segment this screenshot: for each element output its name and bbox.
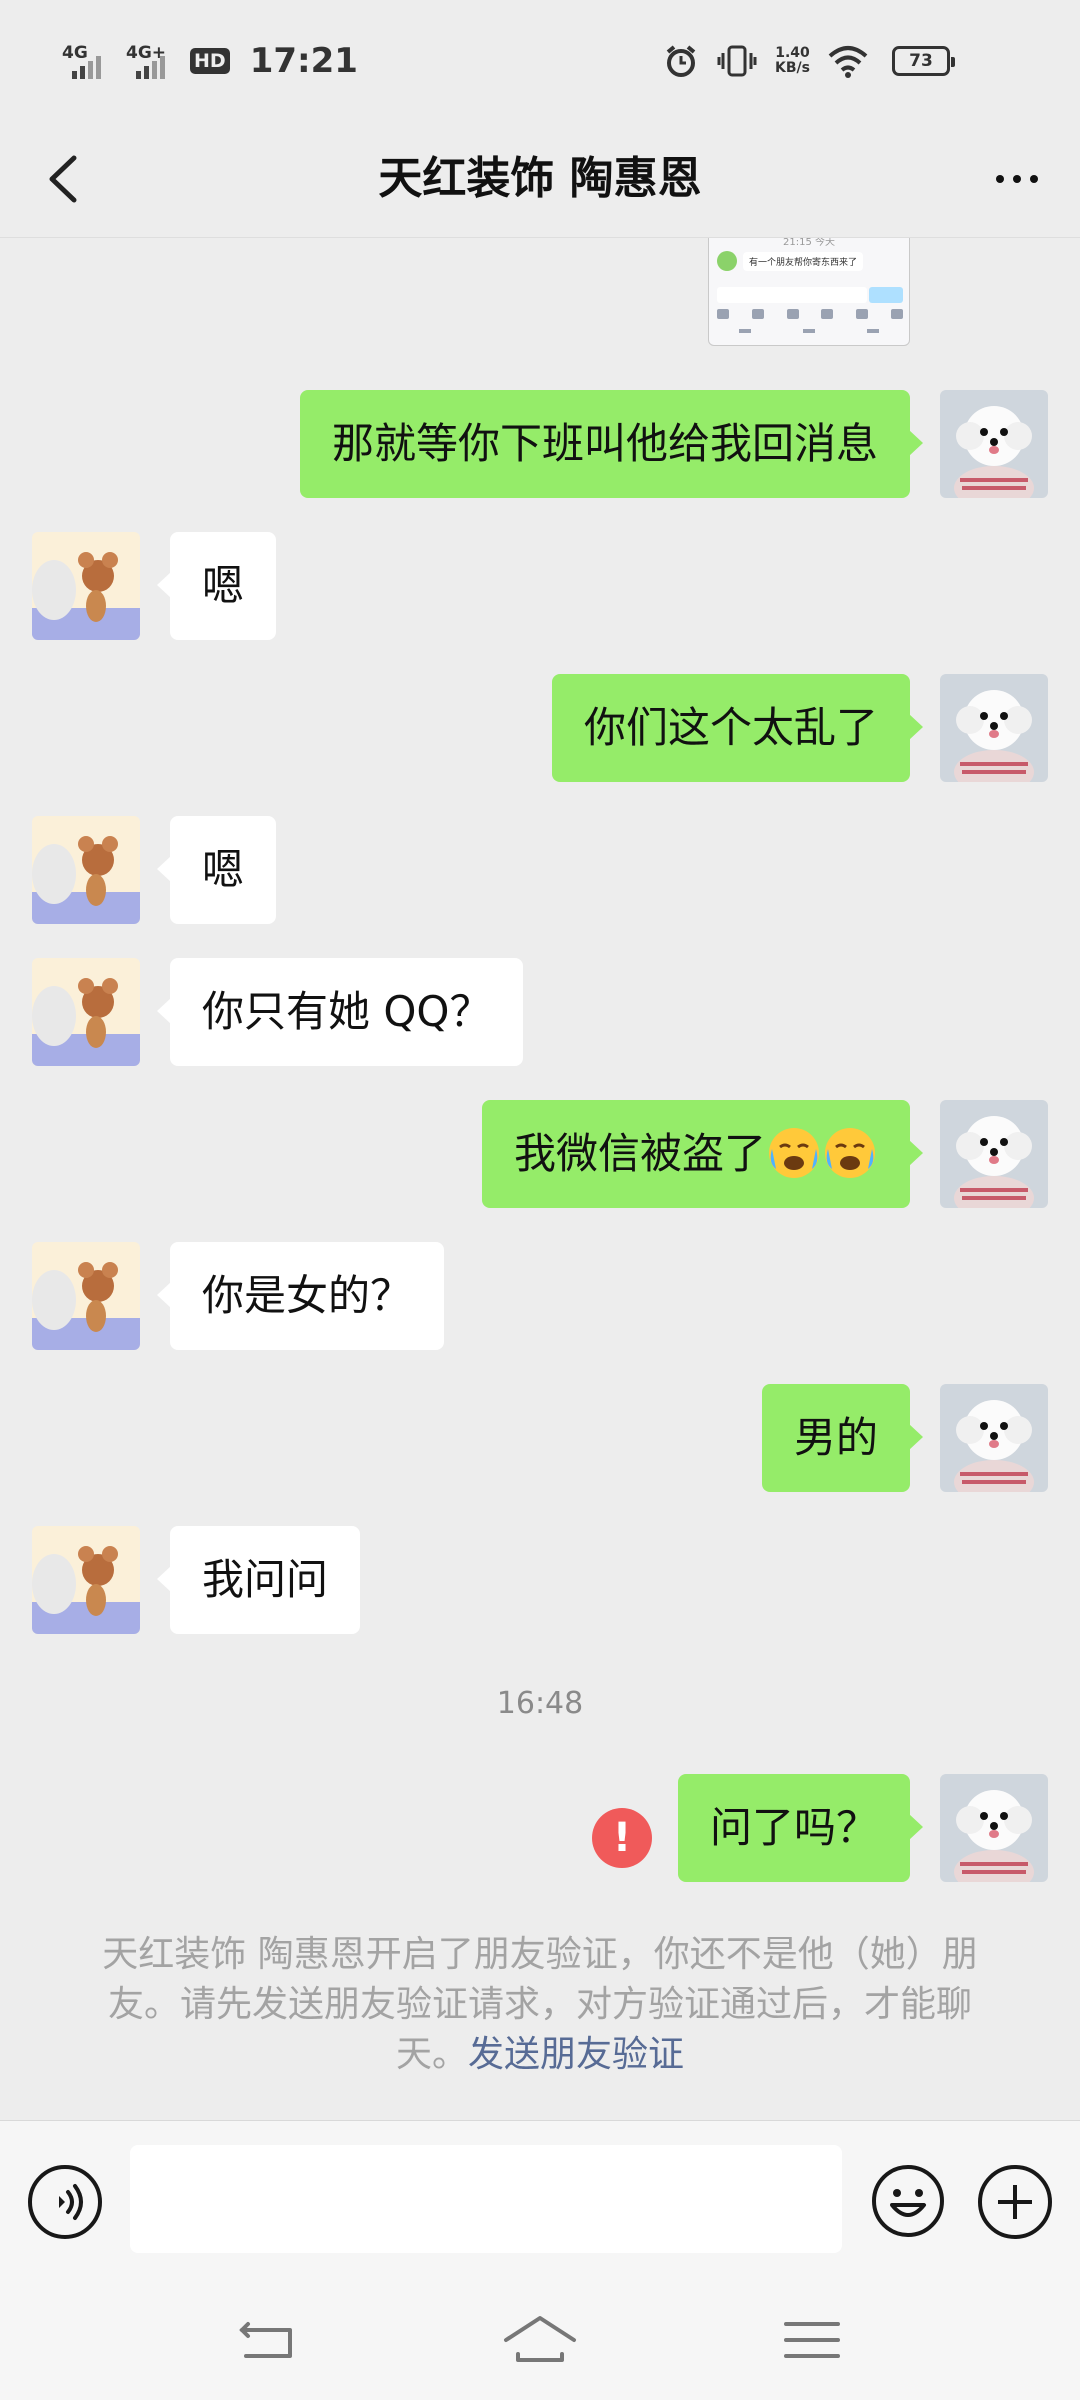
image-message[interactable]: 21:15 今天 有一个朋友帮你寄东西来了: [708, 238, 910, 346]
my-avatar[interactable]: [940, 674, 1048, 782]
message-bubble-sent[interactable]: 你们这个太乱了: [551, 674, 924, 782]
my-avatar[interactable]: [940, 1384, 1048, 1492]
chat-header: 天红装饰 陶惠恩: [0, 120, 1080, 238]
emoji-face-icon: [872, 2165, 944, 2237]
my-avatar[interactable]: [940, 390, 1048, 498]
message-text: 你是女的？: [202, 1271, 413, 1320]
vibrate-icon: [717, 45, 757, 77]
message-text: 我问问: [202, 1555, 329, 1604]
voice-button[interactable]: [28, 2165, 102, 2239]
wifi-icon: [828, 46, 868, 78]
hd-badge: HD: [190, 48, 230, 74]
message-bubble-received[interactable]: 你只有她 QQ？: [156, 958, 524, 1066]
friend-verification-notice: 天红装饰 陶惠恩开启了朋友验证，你还不是他（她）朋友。请先发送朋友验证请求，对方…: [80, 1930, 1000, 2080]
message-bubble-sent[interactable]: 男的: [761, 1384, 924, 1492]
contact-avatar[interactable]: [32, 532, 140, 640]
message-text: 嗯: [202, 561, 245, 610]
message-text: 那就等你下班叫他给我回消息: [331, 419, 878, 468]
my-avatar[interactable]: [940, 1774, 1048, 1882]
message-input[interactable]: [130, 2145, 842, 2253]
voice-icon: [59, 2184, 83, 2220]
status-time: 17:21: [249, 41, 358, 81]
chat-title: 天红装饰 陶惠恩: [378, 153, 702, 204]
message-bubble-received[interactable]: 嗯: [156, 532, 277, 640]
message-text: 嗯: [202, 845, 245, 894]
message-bubble-received[interactable]: 你是女的？: [156, 1242, 445, 1350]
nav-back-icon: [239, 2322, 292, 2358]
message-bubble-received[interactable]: 嗯: [156, 816, 277, 924]
send-verification-link[interactable]: 发送朋友验证: [468, 2034, 684, 2075]
loudly-crying-face-icon: [769, 1127, 819, 1178]
message-bubble-sent[interactable]: 那就等你下班叫他给我回消息: [299, 390, 924, 498]
message-text: 你只有她 QQ？: [202, 987, 492, 1036]
alarm-icon: [666, 45, 696, 77]
chat-history[interactable]: 21:15 今天 有一个朋友帮你寄东西来了 那就等你下班叫他给我回消息 嗯 你们…: [0, 238, 1080, 2120]
loudly-crying-face-icon: [825, 1127, 875, 1178]
nav-menu-button[interactable]: [762, 2310, 862, 2370]
plus-button[interactable]: [978, 2165, 1052, 2239]
emoji-button[interactable]: [870, 2163, 946, 2239]
more-dots-icon: [996, 175, 1004, 183]
message-bubble-sent[interactable]: 我微信被盗了: [481, 1100, 924, 1208]
message-text: 男的: [793, 1413, 878, 1462]
message-bubble-sent[interactable]: 问了吗？: [677, 1774, 924, 1882]
signal-icon-1: 4G: [62, 41, 112, 81]
nav-home-button[interactable]: [490, 2310, 590, 2370]
contact-avatar[interactable]: [32, 1242, 140, 1350]
nav-back-button[interactable]: [218, 2310, 318, 2370]
status-bar: 4G 4G+ HD 17:21 1.40 KB/s 73: [0, 0, 1080, 120]
message-timestamp: 16:48: [496, 1686, 584, 1721]
contact-avatar[interactable]: [32, 816, 140, 924]
nav-home-icon: [504, 2316, 576, 2362]
input-bar: [0, 2120, 1080, 2280]
contact-avatar[interactable]: [32, 1526, 140, 1634]
message-text: 问了吗？: [709, 1803, 878, 1852]
my-avatar[interactable]: [940, 1100, 1048, 1208]
message-text: 你们这个太乱了: [583, 703, 878, 752]
system-navigation-bar: [0, 2280, 1080, 2400]
battery-icon: 73: [892, 46, 955, 76]
more-button[interactable]: [982, 144, 1052, 214]
signal-icon-2: 4G+: [126, 41, 176, 81]
network-speed: 1.40 KB/s: [775, 45, 810, 76]
nav-menu-icon: [784, 2322, 840, 2358]
send-failed-icon[interactable]: !: [592, 1808, 652, 1868]
message-text: 我微信被盗了: [513, 1129, 766, 1178]
message-bubble-received[interactable]: 我问问: [156, 1526, 361, 1634]
contact-avatar[interactable]: [32, 958, 140, 1066]
